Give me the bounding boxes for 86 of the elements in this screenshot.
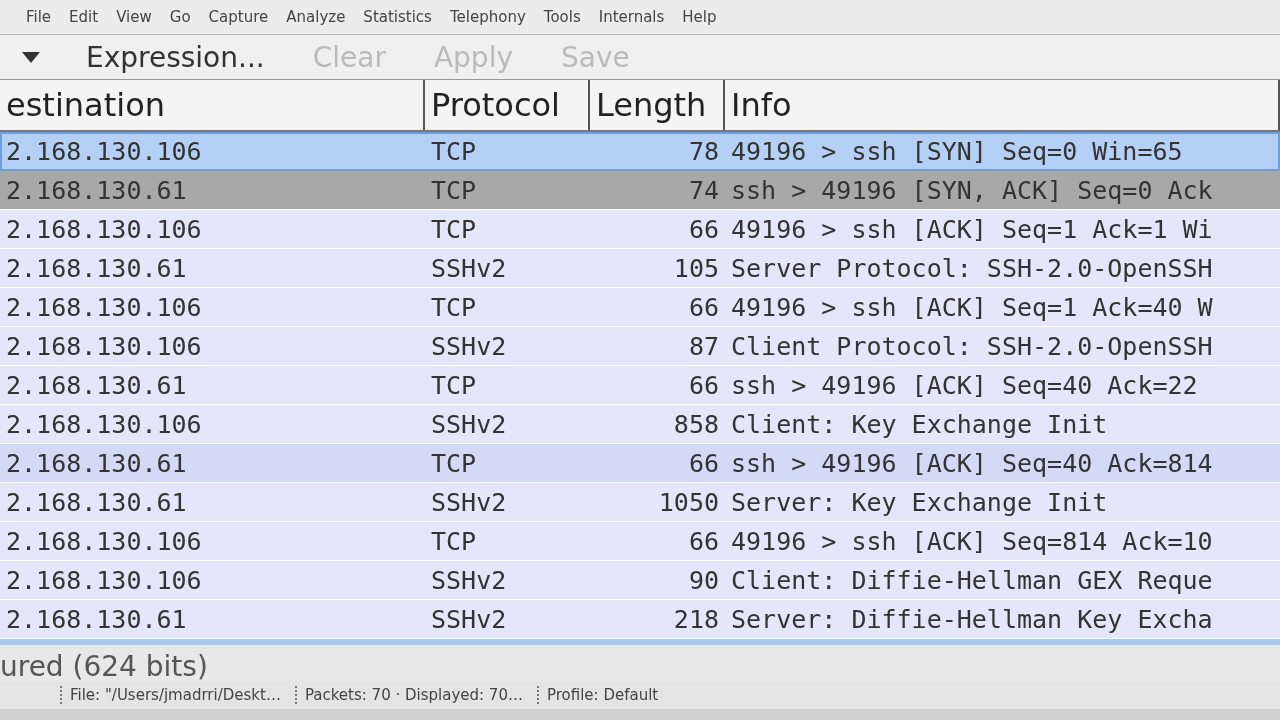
menu-item[interactable]: Help [682,6,717,28]
menu-item[interactable]: Capture [208,6,269,28]
table-cell-text: 66 [687,448,720,478]
packet-row[interactable]: 2.168.130.61 TCP 66 ssh > 49196 [ACK] Seq=40 Ack=22 [0,366,1280,405]
table-cell-text: TCP [430,214,478,244]
table-cell-text: 66 [687,292,720,322]
table-cell-text: 2.168.130.61 [5,175,188,205]
table-cell-text: 49196 > ssh [ACK] Seq=1 Ack=1 Wi [730,214,1214,244]
menu-item[interactable]: File [26,6,52,28]
table-cell-text: Client: Key Exchange Init [730,409,1109,439]
status-text: Profile: Default [536,686,667,704]
table-cell-text: Server: Key Exchange Init [730,487,1109,517]
table-cell-text: 2.168.130.106 [5,409,203,439]
table-cell-text: 105 [672,253,720,283]
table-cell-text: SSHv2 [430,409,508,439]
column-header[interactable]: estination [0,80,425,130]
status-text: Packets: 70 · Displayed: 70… [294,686,531,704]
table-cell-text: 2.168.130.106 [5,565,203,595]
column-header[interactable]: Protocol [425,80,590,130]
table-cell-text: 2.168.130.61 [5,604,188,634]
table-cell-text: 90 [687,565,720,595]
table-cell-text: TCP [430,175,478,205]
table-cell-text: SSHv2 [430,565,508,595]
table-cell-text: Client: Diffie-Hellman GEX Reque [730,565,1214,595]
table-cell-text: TCP [430,370,478,400]
packet-row[interactable]: 2.168.130.61 TCP 74 ssh > 49196 [SYN, ACK] Seq=0 Ack [0,171,1280,210]
status-text: File: "/Users/jmadrri/Deskt… [60,686,289,704]
table-cell-text: 2.168.130.61 [5,253,188,283]
menu-item[interactable]: View [116,6,152,28]
table-cell-text: TCP [430,448,478,478]
column-header[interactable]: Length [590,80,725,130]
table-cell-text: 49196 > ssh [ACK] Seq=1 Ack=40 W [730,292,1214,322]
column-header[interactable]: Info [725,80,1280,130]
table-cell-text: 2.168.130.106 [5,214,203,244]
caret-icon[interactable] [20,50,42,64]
table-cell-text: 218 [672,604,720,634]
packet-row[interactable]: 2.168.130.61 SSHv2 105 Server Protocol: SSH-2.0-OpenSSH [0,249,1280,288]
menu-item[interactable]: Edit [69,6,99,28]
packet-row[interactable]: 2.168.130.106 TCP 66 49196 > ssh [ACK] Seq=814 Ack=10 [0,522,1280,561]
table-cell-text: Client Protocol: SSH-2.0-OpenSSH [730,331,1214,361]
table-cell-text: TCP [430,526,478,556]
table-cell-text: 66 [687,214,720,244]
menu-item[interactable]: Tools [543,6,581,28]
table-cell-text: TCP [430,136,478,166]
table-cell-text: SSHv2 [430,604,508,634]
table-cell-text: 858 [672,409,720,439]
menu-item[interactable]: Statistics [363,6,432,28]
table-cell-text: 2.168.130.106 [5,331,203,361]
table-cell-text: ssh > 49196 [ACK] Seq=40 Ack=22 [730,370,1199,400]
menu-item[interactable]: Go [169,6,191,28]
table-cell-text: 74 [687,175,720,205]
packet-row[interactable]: 2.168.130.106 TCP 66 49196 > ssh [ACK] Seq=1 Ack=1 Wi [0,210,1280,249]
table-cell-text: 2.168.130.61 [5,487,188,517]
table-cell-text: 66 [687,526,720,556]
table-cell-text: 49196 > ssh [SYN] Seq=0 Win=65 [730,136,1184,166]
packet-row[interactable]: 2.168.130.106 SSHv2 90 Client: Diffie-Hellman GEX Reque [0,561,1280,600]
table-cell-text: 2.168.130.61 [5,448,188,478]
table-cell-text: ssh > 49196 [SYN, ACK] Seq=0 Ack [730,175,1214,205]
table-cell-text: 66 [687,370,720,400]
packet-row[interactable]: 2.168.130.106 SSHv2 87 Client Protocol: SSH-2.0-OpenSSH [0,327,1280,366]
table-cell-text: SSHv2 [430,487,508,517]
toolbar-button[interactable]: Expression... [82,40,269,74]
menu-item[interactable]: Internals [598,6,665,28]
table-cell-text: TCP [430,292,478,322]
table-cell-text: 87 [687,331,720,361]
table-cell-text: 1050 [657,487,720,517]
table-cell-text: Server Protocol: SSH-2.0-OpenSSH [730,253,1214,283]
table-cell-text: 2.168.130.106 [5,526,203,556]
detail-text: ured (624 bits) [0,653,208,681]
table-cell-text: SSHv2 [430,253,508,283]
table-cell-text: 2.168.130.61 [5,370,188,400]
table-cell-text: ssh > 49196 [ACK] Seq=40 Ack=814 [730,448,1214,478]
packet-row[interactable]: 2.168.130.61 TCP 66 ssh > 49196 [ACK] Seq=40 Ack=814 [0,444,1280,483]
table-cell-text: 2.168.130.106 [5,136,203,166]
packet-row[interactable]: 2.168.130.61 SSHv2 1050 Server: Key Exchange Init [0,483,1280,522]
packet-row[interactable]: 2.168.130.61 SSHv2 218 Server: Diffie-Hellman Key Excha [0,600,1280,639]
packet-row[interactable]: 2.168.130.106 TCP 66 49196 > ssh [ACK] Seq=1 Ack=40 W [0,288,1280,327]
table-cell-text: 78 [687,136,720,166]
packet-row[interactable]: 2.168.130.106 TCP 78 49196 > ssh [SYN] Seq=0 Win=65 [0,132,1280,171]
packet-row[interactable]: 2.168.130.106 SSHv2 858 Client: Key Exchange Init [0,405,1280,444]
table-cell-text: Server: Diffie-Hellman Key Excha [730,604,1214,634]
table-cell-text: 49196 > ssh [ACK] Seq=814 Ack=10 [730,526,1214,556]
menu-item[interactable]: Analyze [286,6,346,28]
table-cell-text: 2.168.130.106 [5,292,203,322]
table-cell-text: SSHv2 [430,331,508,361]
menu-item[interactable]: Telephony [449,6,526,28]
